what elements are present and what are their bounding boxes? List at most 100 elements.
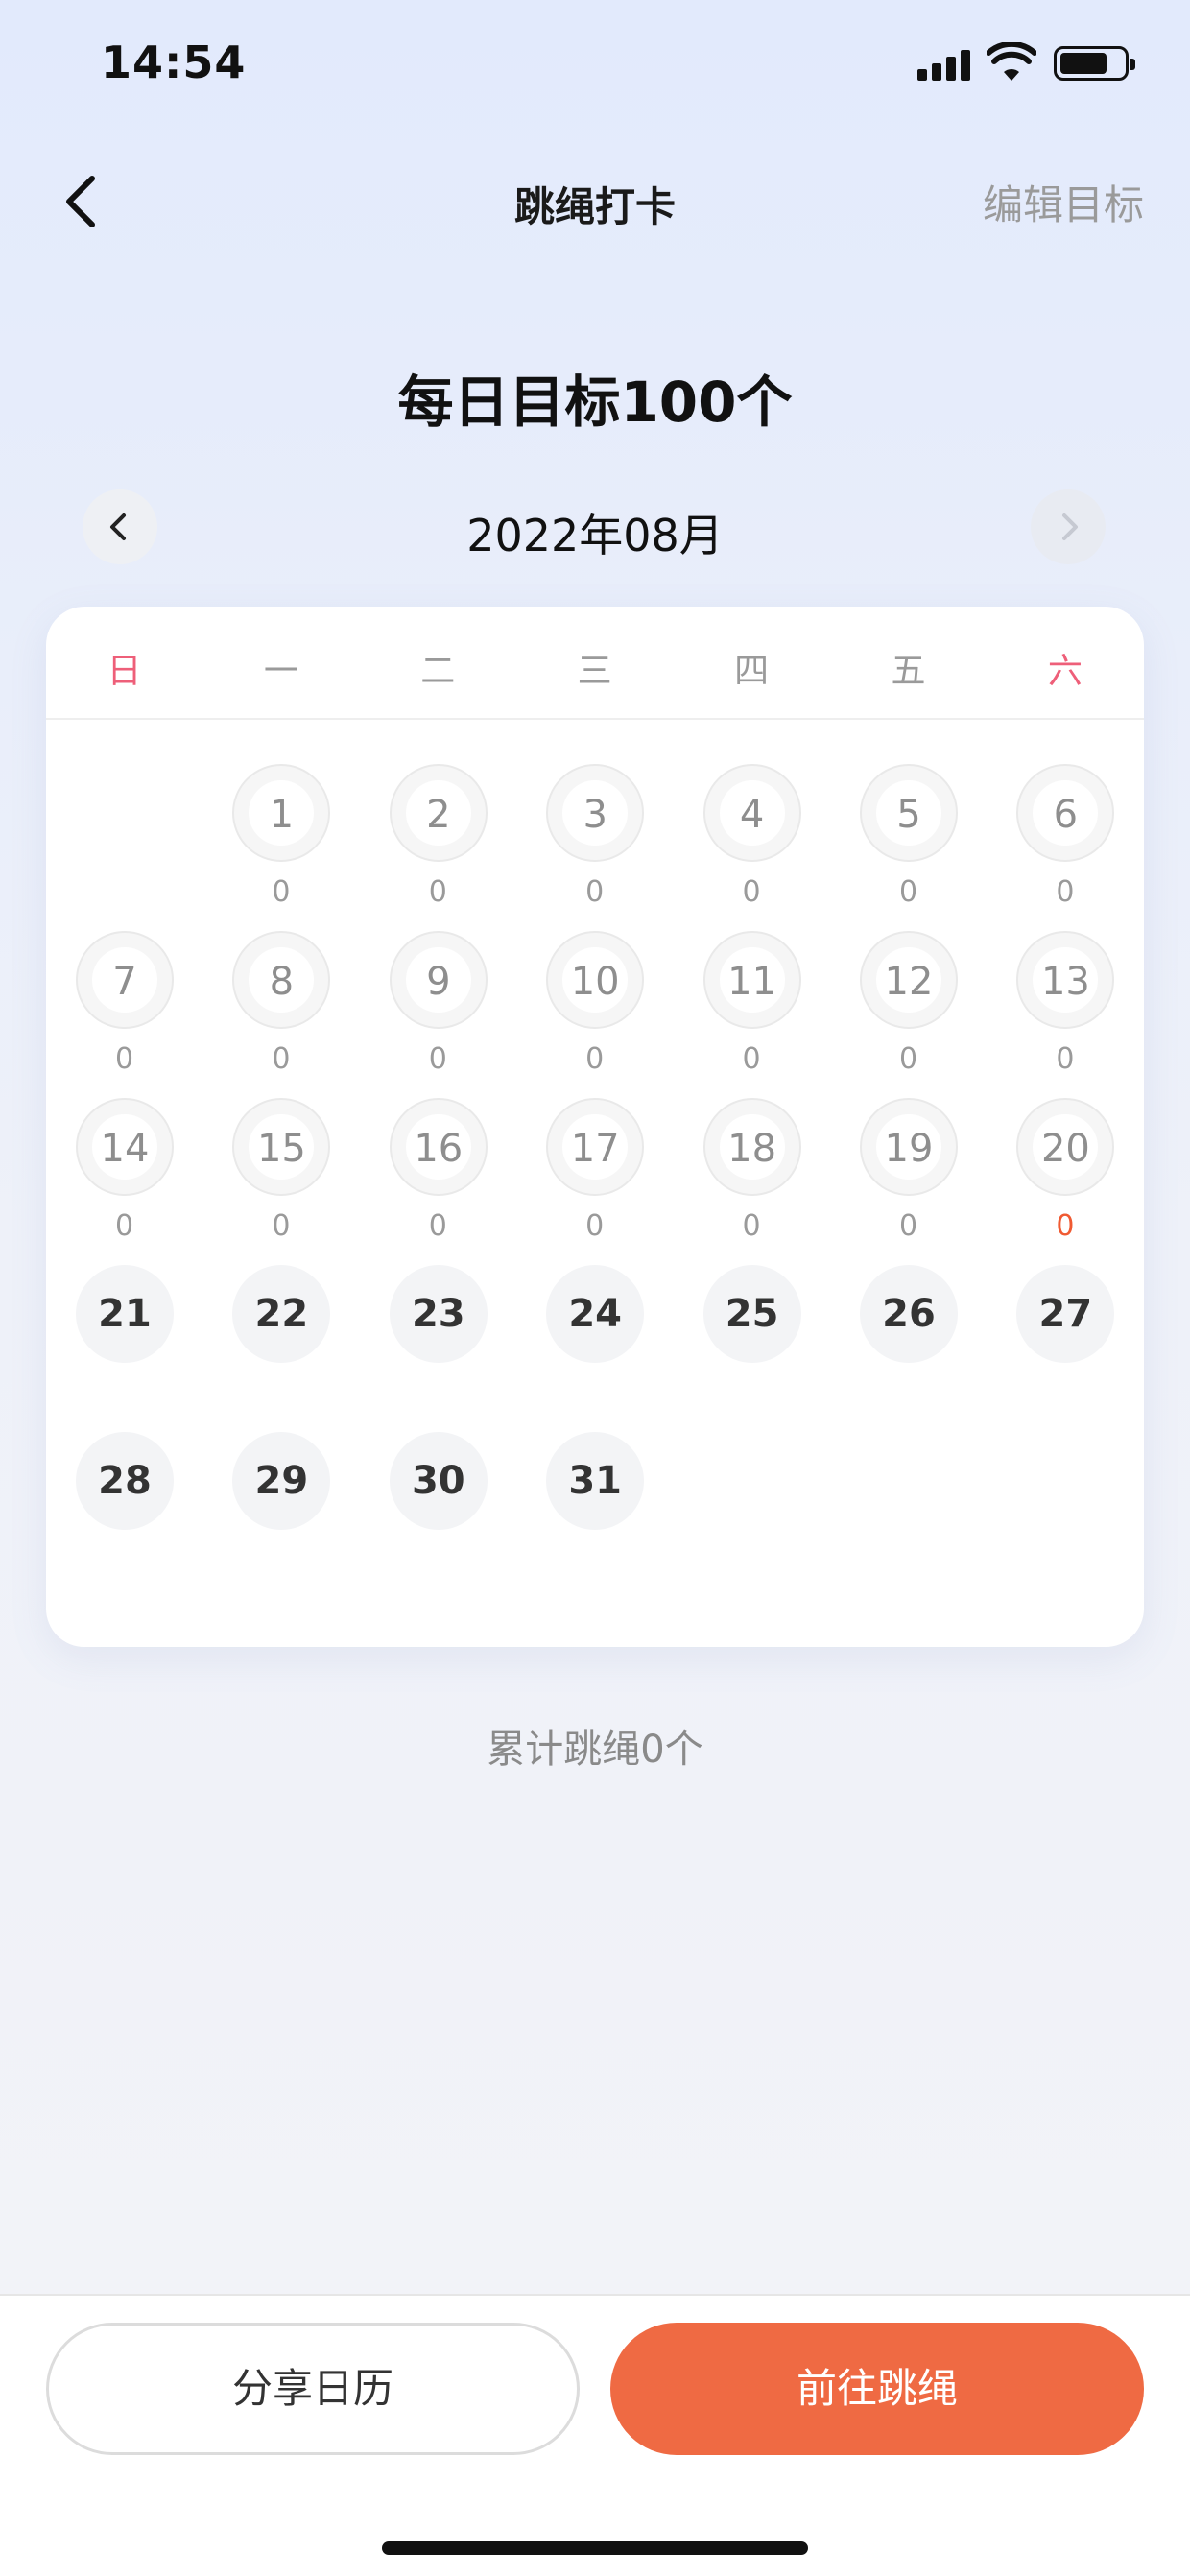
day-count: 0	[114, 1209, 134, 1243]
cellular-signal-icon	[917, 50, 971, 81]
calendar-day[interactable]: 70	[46, 931, 202, 1098]
day-circle: 9	[389, 931, 488, 1029]
day-number: 27	[1038, 1292, 1093, 1336]
calendar-day[interactable]: 50	[830, 764, 987, 931]
calendar-day[interactable]: 15 0	[202, 1098, 359, 1265]
day-number: 10	[570, 960, 620, 1004]
day-number: 22	[254, 1292, 309, 1336]
calendar-day[interactable]: 16 0	[360, 1098, 516, 1265]
day-circle: 18	[702, 1098, 801, 1196]
day-count: 0	[898, 1209, 918, 1243]
calendar-day[interactable]: 20 0	[987, 1098, 1143, 1265]
calendar-day[interactable]: 19 0	[830, 1098, 987, 1265]
calendar-day[interactable]: 40	[674, 764, 830, 931]
nav-bar: 跳绳打卡 编辑目标	[0, 154, 1190, 250]
day-circle: 4	[702, 764, 801, 862]
calendar-day[interactable]: 14 0	[46, 1098, 202, 1265]
day-number: 29	[254, 1459, 309, 1503]
month-switcher: 2022年08月	[0, 489, 1190, 570]
day-circle: 10	[546, 931, 645, 1029]
day-count: 0	[114, 1042, 134, 1076]
day-number: 14	[100, 1127, 150, 1171]
day-circle: 7	[76, 931, 174, 1029]
day-circle: 6	[1016, 764, 1115, 862]
calendar-day[interactable]: 31	[516, 1432, 673, 1599]
calendar-day[interactable]: 27	[987, 1265, 1143, 1432]
go-jump-rope-button[interactable]: 前往跳绳	[610, 2323, 1144, 2455]
calendar-day[interactable]: 12 0	[830, 931, 987, 1098]
day-count: 0	[272, 1042, 291, 1076]
total-count: 累计跳绳0个	[487, 1728, 703, 1772]
month-label: 2022年08月	[466, 510, 724, 561]
day-count: 0	[428, 1209, 447, 1243]
calendar-day[interactable]: 10	[202, 764, 359, 931]
day-circle: 25	[702, 1265, 801, 1363]
day-circle: 14	[76, 1098, 174, 1196]
day-number: 30	[411, 1459, 465, 1503]
day-number: 3	[583, 793, 607, 837]
day-count: 0	[585, 1042, 605, 1076]
day-number: 9	[426, 960, 451, 1004]
day-circle: 17	[546, 1098, 645, 1196]
day-circle: 20	[1016, 1098, 1115, 1196]
calendar-day[interactable]: 30	[516, 764, 673, 931]
calendar-day[interactable]: 26	[830, 1265, 987, 1432]
day-number: 21	[98, 1292, 152, 1336]
day-number: 7	[112, 960, 137, 1004]
daily-goal-title: 每日目标100个	[397, 370, 793, 435]
day-number: 18	[727, 1127, 777, 1171]
day-number: 11	[727, 960, 777, 1004]
day-circle: 29	[232, 1432, 331, 1530]
calendar-day[interactable]: 17 0	[516, 1098, 673, 1265]
wifi-icon	[987, 42, 1036, 81]
calendar-day[interactable]: 30	[360, 1432, 516, 1599]
day-number: 1	[269, 793, 295, 837]
day-count: 0	[272, 875, 291, 909]
day-count: 0	[898, 1042, 918, 1076]
share-calendar-button[interactable]: 分享日历	[46, 2323, 580, 2455]
day-number: 19	[884, 1127, 934, 1171]
day-number: 6	[1053, 793, 1079, 837]
day-number: 28	[98, 1459, 152, 1503]
calendar-day[interactable]: 80	[202, 931, 359, 1098]
calendar-day[interactable]: 11 0	[674, 931, 830, 1098]
day-count: 0	[1056, 1042, 1075, 1076]
day-number: 16	[414, 1127, 464, 1171]
calendar-day[interactable]: 18 0	[674, 1098, 830, 1265]
day-count: 0	[428, 875, 447, 909]
next-month-button[interactable]	[1031, 489, 1106, 564]
calendar-day[interactable]: 28	[46, 1432, 202, 1599]
calendar-day[interactable]: 23	[360, 1265, 516, 1432]
edit-goal-button[interactable]: 编辑目标	[983, 173, 1144, 231]
day-number: 17	[570, 1127, 620, 1171]
calendar-day[interactable]: 21	[46, 1265, 202, 1432]
calendar-day[interactable]: 60	[987, 764, 1143, 931]
calendar-day[interactable]: 29	[202, 1432, 359, 1599]
day-count: 0	[742, 1209, 761, 1243]
day-circle: 30	[389, 1432, 488, 1530]
calendar-day[interactable]: 22	[202, 1265, 359, 1432]
day-circle: 21	[76, 1265, 174, 1363]
bottom-action-bar: 分享日历 前往跳绳	[0, 2294, 1190, 2576]
day-circle: 12	[860, 931, 958, 1029]
calendar-day[interactable]: 13 0	[987, 931, 1143, 1098]
day-number: 23	[411, 1292, 465, 1336]
day-circle: 16	[389, 1098, 488, 1196]
day-number: 24	[568, 1292, 623, 1336]
day-circle: 3	[546, 764, 645, 862]
weekday-label: 一	[263, 652, 298, 691]
day-circle: 11	[702, 931, 801, 1029]
day-circle: 8	[232, 931, 331, 1029]
day-count: 0	[1056, 1209, 1075, 1243]
day-number: 31	[568, 1459, 623, 1503]
day-number: 13	[1040, 960, 1090, 1004]
calendar-day[interactable]: 25	[674, 1265, 830, 1432]
day-count: 0	[898, 875, 918, 909]
calendar-day[interactable]: 20	[360, 764, 516, 931]
day-circle: 27	[1016, 1265, 1115, 1363]
calendar-day[interactable]: 90	[360, 931, 516, 1098]
weekday-label: 五	[891, 652, 926, 691]
calendar-day[interactable]: 10 0	[516, 931, 673, 1098]
calendar-day[interactable]: 24	[516, 1265, 673, 1432]
home-indicator	[382, 2541, 808, 2555]
